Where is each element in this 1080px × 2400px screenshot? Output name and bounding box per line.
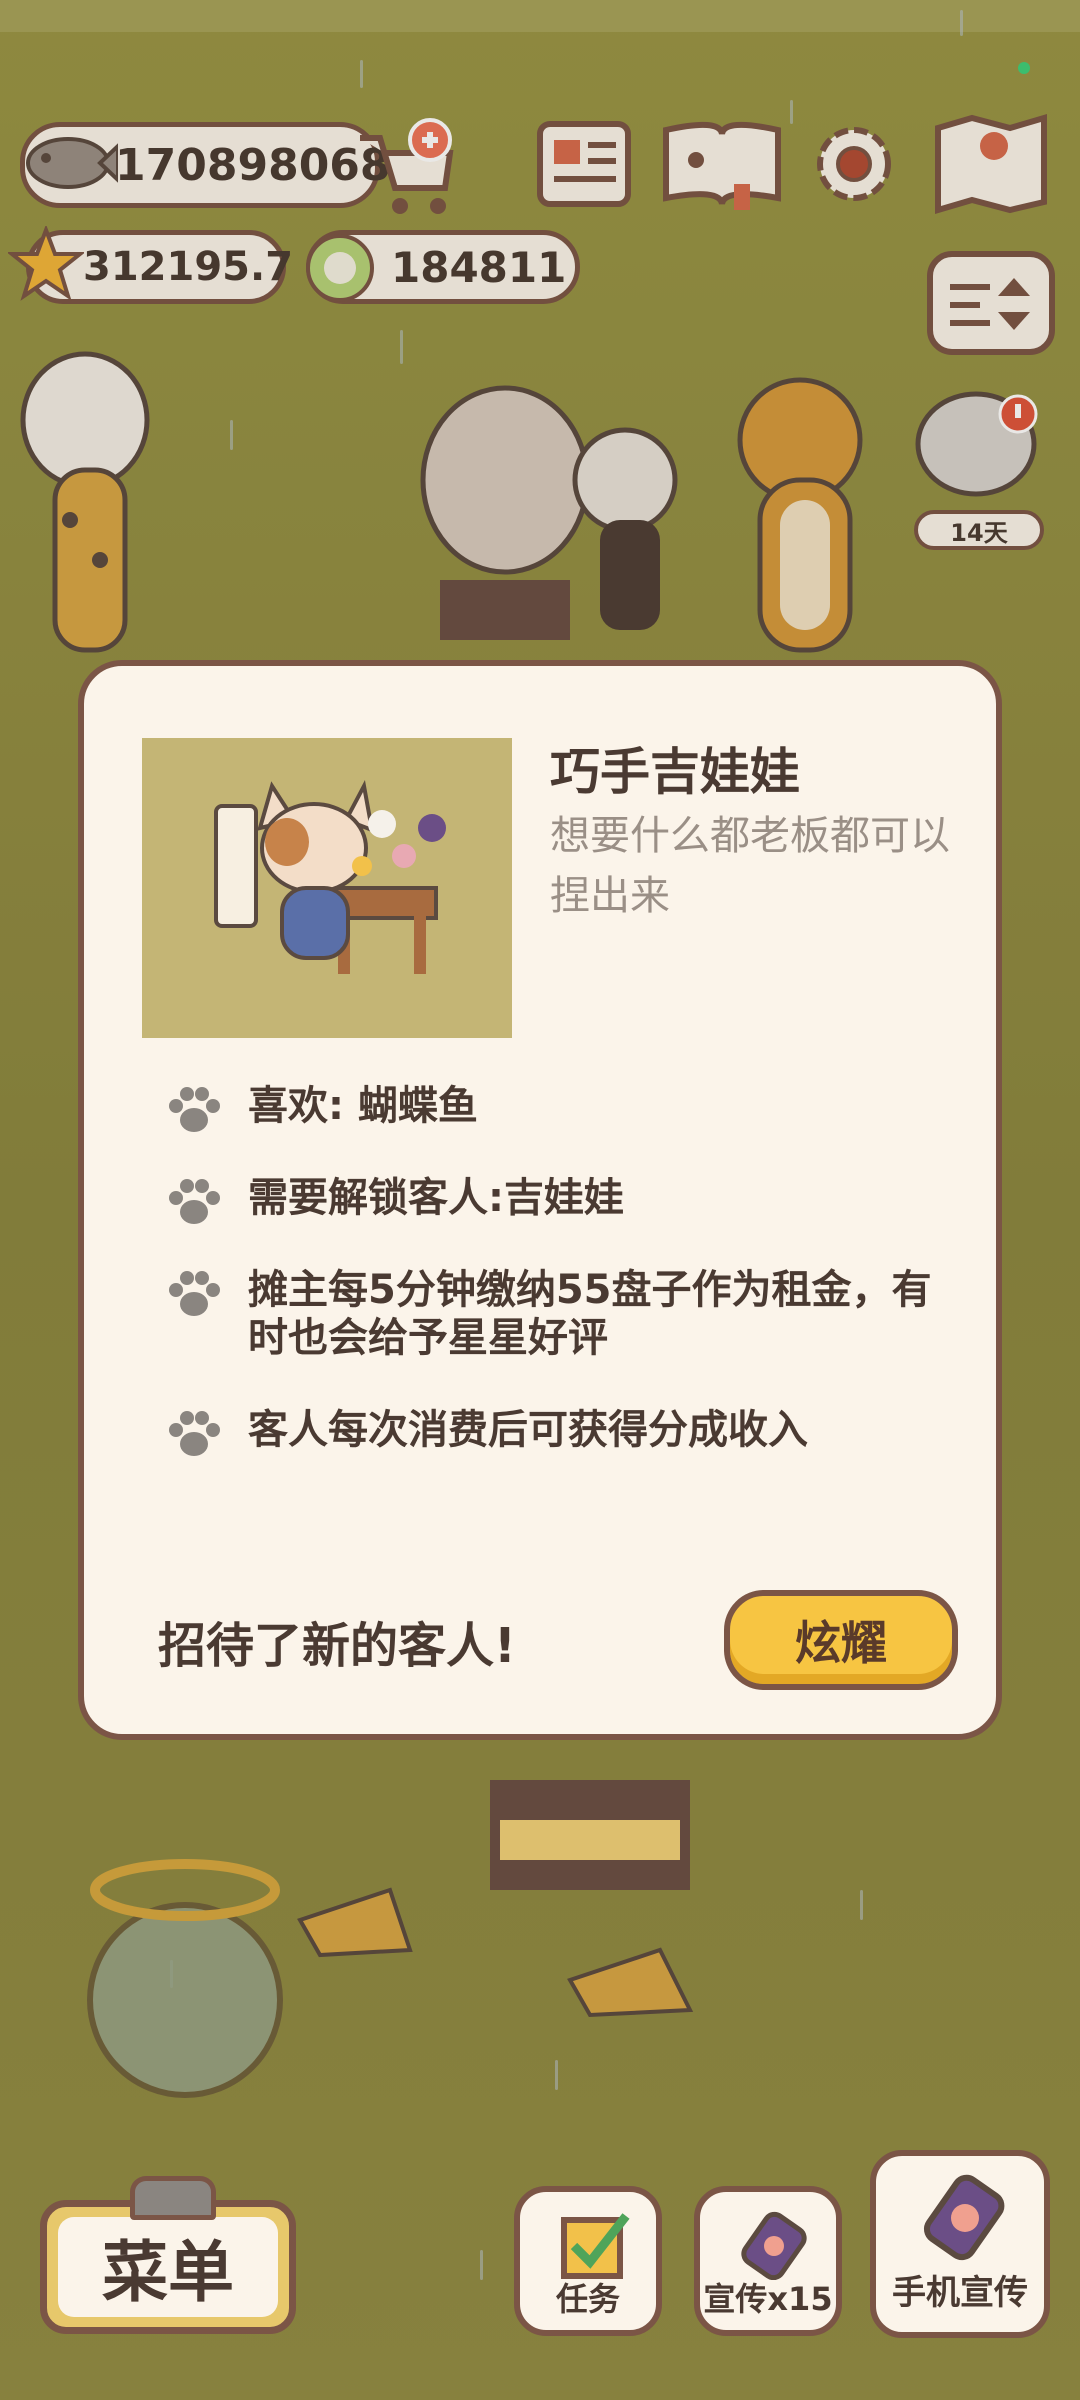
promote-label: 宣传x15 <box>703 2280 833 2318</box>
info-row: 喜欢: 蝴蝶鱼 <box>166 1082 948 1136</box>
menu-label: 菜单 <box>58 2217 278 2317</box>
clipboard-clip-icon <box>130 2176 216 2220</box>
tasks-label: 任务 <box>555 2280 620 2318</box>
new-customer-message: 招待了新的客人! <box>158 1618 516 1674</box>
customer-description: 想要什么都老板都可以捏出来 <box>550 813 950 919</box>
info-row: 客人每次消费后可获得分成收入 <box>166 1406 948 1460</box>
info-row: 摊主每5分钟缴纳55盘子作为租金，有时也会给予星星好评 <box>166 1266 948 1362</box>
brag-button[interactable]: 炫耀 <box>724 1590 958 1690</box>
customer-info-dialog: 巧手吉娃娃 想要什么都老板都可以捏出来 喜欢: 蝴蝶鱼 需要解锁客人:吉娃娃 摊… <box>78 660 1002 1740</box>
paw-icon <box>169 1087 220 1132</box>
paw-icon <box>169 1179 220 1224</box>
phone-promote-button[interactable]: 手机宣传 <box>870 2150 1050 2338</box>
checkbox-icon <box>561 2213 630 2279</box>
paw-icon <box>169 1271 220 1316</box>
info-row: 需要解锁客人:吉娃娃 <box>166 1174 948 1228</box>
customer-name: 巧手吉娃娃 <box>550 743 800 801</box>
phone-promote-label: 手机宣传 <box>892 2273 1028 2313</box>
paw-icon <box>169 1411 220 1456</box>
chihuahua-artisan-icon <box>214 779 446 974</box>
promote-button[interactable]: 宣传x15 <box>694 2186 842 2336</box>
rent-info-text: 摊主每5分钟缴纳55盘子作为租金，有时也会给予星星好评 <box>248 1267 932 1361</box>
phone-card-icon <box>741 2211 807 2280</box>
phone-icon <box>923 2174 1005 2261</box>
customer-portrait <box>142 738 512 1038</box>
revenue-share-text: 客人每次消费后可获得分成收入 <box>248 1407 808 1453</box>
favorite-item-text: 喜欢: 蝴蝶鱼 <box>248 1083 478 1129</box>
menu-button[interactable]: 菜单 <box>40 2200 296 2334</box>
unlock-requirement-text: 需要解锁客人:吉娃娃 <box>248 1175 624 1221</box>
tasks-button[interactable]: 任务 <box>514 2186 662 2336</box>
